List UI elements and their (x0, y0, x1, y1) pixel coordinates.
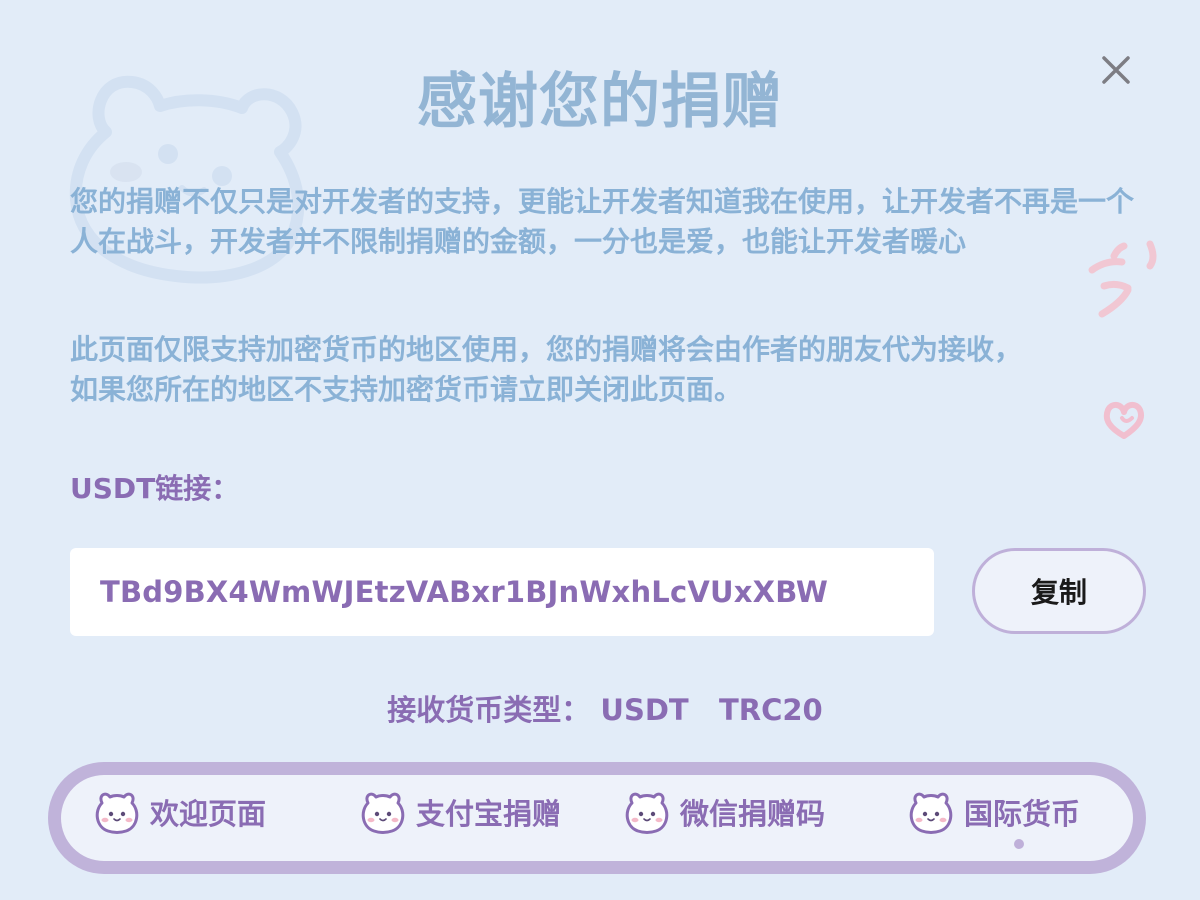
bear-icon (361, 792, 405, 834)
region-notice-line-1: 此页面仅限支持加密货币的地区使用，您的捐赠将会由作者的朋友代为接收， (70, 333, 1023, 366)
nav-item-alipay[interactable]: 支付宝捐赠 (358, 786, 561, 838)
wallet-address-field[interactable]: TBd9BX4WmWJEtzVABxr1BJnWxhLcVUxXBW (70, 548, 934, 636)
nav-item-label: 微信捐赠码 (680, 797, 826, 831)
active-nav-indicator (1014, 839, 1024, 849)
page-title: 感谢您的捐赠 (417, 67, 783, 137)
region-notice-line-2: 如果您所在的地区不支持加密货币请立即关闭此页面。 (70, 373, 743, 406)
region-notice: 此页面仅限支持加密货币的地区使用，您的捐赠将会由作者的朋友代为接收， 如果您所在… (70, 330, 1160, 410)
nav-item-label: 支付宝捐赠 (416, 797, 562, 831)
bear-icon (909, 792, 953, 834)
bear-icon (95, 792, 139, 834)
donation-description: 您的捐赠不仅只是对开发者的支持，更能让开发者知道我在使用，让开发者不再是一个人在… (70, 185, 1135, 258)
nav-item-welcome[interactable]: 欢迎页面 (92, 786, 266, 838)
copy-button[interactable]: 复制 (972, 548, 1146, 634)
nav-item-international-currency[interactable]: 国际货币 (906, 786, 1080, 838)
nav-item-wechat[interactable]: 微信捐赠码 (622, 786, 825, 838)
nav-item-label: 欢迎页面 (150, 797, 267, 831)
currency-type-value: USDT TRC20 (600, 693, 823, 727)
currency-type-label: 接收货币类型： (387, 693, 591, 727)
usdt-link-label: USDT链接： (70, 472, 240, 505)
donation-dialog: 感谢您的捐赠 您的捐赠不仅只是对开发者的支持，更能让开发者知道我在使用，让开发者… (0, 0, 1200, 900)
bear-icon (625, 792, 669, 834)
nav-item-label: 国际货币 (964, 797, 1081, 831)
currency-type-row: 接收货币类型： USDT TRC20 (0, 690, 1200, 730)
